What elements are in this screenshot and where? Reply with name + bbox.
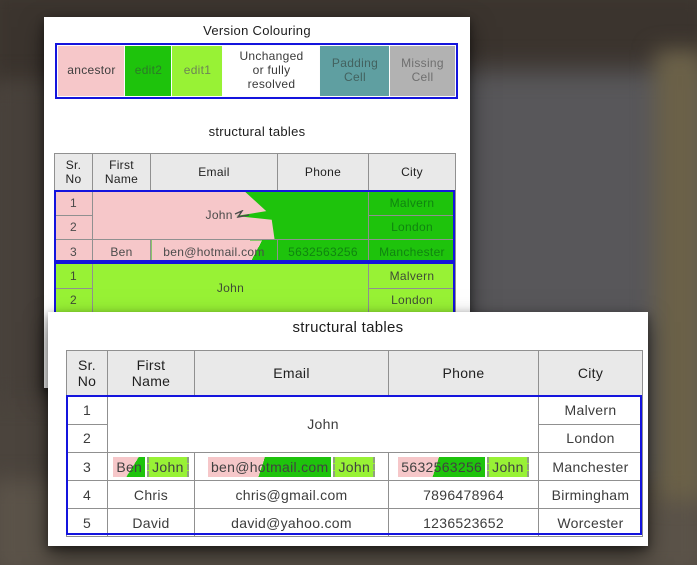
table-row: 1 John Malvern <box>55 264 456 289</box>
col-header-city: City <box>369 154 456 191</box>
cell-city: Birmingham <box>539 481 643 509</box>
background-shape <box>655 50 697 500</box>
cell-email: ben@hotmail.com <box>151 240 278 264</box>
merged-cell: John <box>108 396 539 453</box>
header-row: Sr. No First Name Email Phone City <box>55 154 456 191</box>
col-header-sr-no: Sr. No <box>67 351 108 396</box>
legend-item-padding-cell: Padding Cell <box>320 46 390 96</box>
cell-first-name: Ben John <box>108 453 195 481</box>
legend-item-missing-cell: Missing Cell <box>390 46 455 96</box>
cell-email: ben@hotmail.com John <box>195 453 389 481</box>
merged-value: John <box>206 208 233 222</box>
table-row: 4 Chris chris@gmail.com 7896478964 Birmi… <box>67 481 643 509</box>
cell-city: Worcester <box>539 509 643 537</box>
col-header-first-name: First Name <box>108 351 195 396</box>
legend-item-ancestor: ancestor <box>58 46 125 96</box>
legend-item-edit2: edit2 <box>125 46 172 96</box>
merged-value: John <box>307 416 339 432</box>
top-table-title: structural tables <box>44 124 470 139</box>
bottom-table-title: structural tables <box>48 319 648 336</box>
chip-ancestor-email: ben@hotmail.com <box>208 457 332 477</box>
col-header-email: Email <box>195 351 389 396</box>
cell-sr: 2 <box>55 215 93 240</box>
merged-cell: John <box>93 264 369 313</box>
version-colouring-legend: ancestor edit2 edit1 Unchanged or fully … <box>55 43 458 99</box>
cell-phone: 7896478964 <box>389 481 539 509</box>
cell-sr: 2 <box>67 424 108 453</box>
chip-ancestor-first-name: Ben <box>113 457 145 477</box>
legend-title: Version Colouring <box>44 23 470 38</box>
col-header-phone: Phone <box>278 154 369 191</box>
cell-city: London <box>539 424 643 453</box>
cell-city: Manchester <box>369 240 456 264</box>
cell-city: London <box>369 288 456 313</box>
cell-sr: 5 <box>67 509 108 537</box>
col-header-first-name: First Name <box>93 154 151 191</box>
top-structural-table: Sr. No First Name Email Phone City 1 Joh… <box>54 153 456 328</box>
cell-email: david@yahoo.com <box>195 509 389 537</box>
col-header-city: City <box>539 351 643 396</box>
legend-item-unchanged: Unchanged or fully resolved <box>223 46 320 96</box>
cell-phone: 1236523652 <box>389 509 539 537</box>
merged-value: John <box>217 281 244 295</box>
cell-sr: 2 <box>55 288 93 313</box>
table-row: 1 John Malvern <box>67 396 643 425</box>
table-row: 3 Ben ben@hotmail.com 5632563256 Manches… <box>55 240 456 264</box>
cell-city: Malvern <box>369 264 456 289</box>
legend-item-edit1: edit1 <box>172 46 223 96</box>
chip-ancestor-phone: 5632563256 <box>398 457 485 477</box>
cell-city: Manchester <box>539 453 643 481</box>
cell-first-name: Ben <box>93 240 151 264</box>
merged-result-window: structural tables Sr. No First Name Emai… <box>48 312 648 546</box>
col-header-email: Email <box>151 154 278 191</box>
cell-city: Malvern <box>539 396 643 425</box>
chip-edit1-first-name: John <box>147 457 189 477</box>
merged-conflict-cell: John <box>93 191 369 240</box>
bottom-structural-table: Sr. No First Name Email Phone City 1 Joh… <box>66 350 643 537</box>
cell-sr: 1 <box>67 396 108 425</box>
table-row: 3 Ben John ben@hotmail.com John 56325632 <box>67 453 643 481</box>
col-header-phone: Phone <box>389 351 539 396</box>
col-header-sr-no: Sr. No <box>55 154 93 191</box>
cell-sr: 1 <box>55 191 93 216</box>
cell-phone: 5632563256 John <box>389 453 539 481</box>
cell-city: London <box>369 215 456 240</box>
tear-zigzag-icon <box>234 210 250 221</box>
cell-first-name: David <box>108 509 195 537</box>
cell-sr: 1 <box>55 264 93 289</box>
cell-sr: 3 <box>67 453 108 481</box>
cell-first-name: Chris <box>108 481 195 509</box>
table-row: 1 John Malvern <box>55 191 456 216</box>
cell-city: Malvern <box>369 191 456 216</box>
table-row: 5 David david@yahoo.com 1236523652 Worce… <box>67 509 643 537</box>
cell-phone: 5632563256 <box>278 240 369 264</box>
cell-email: chris@gmail.com <box>195 481 389 509</box>
header-row: Sr. No First Name Email Phone City <box>67 351 643 396</box>
chip-edit1-phone: John <box>487 457 529 477</box>
cell-sr: 3 <box>55 240 93 264</box>
chip-edit1-email: John <box>333 457 375 477</box>
cell-sr: 4 <box>67 481 108 509</box>
